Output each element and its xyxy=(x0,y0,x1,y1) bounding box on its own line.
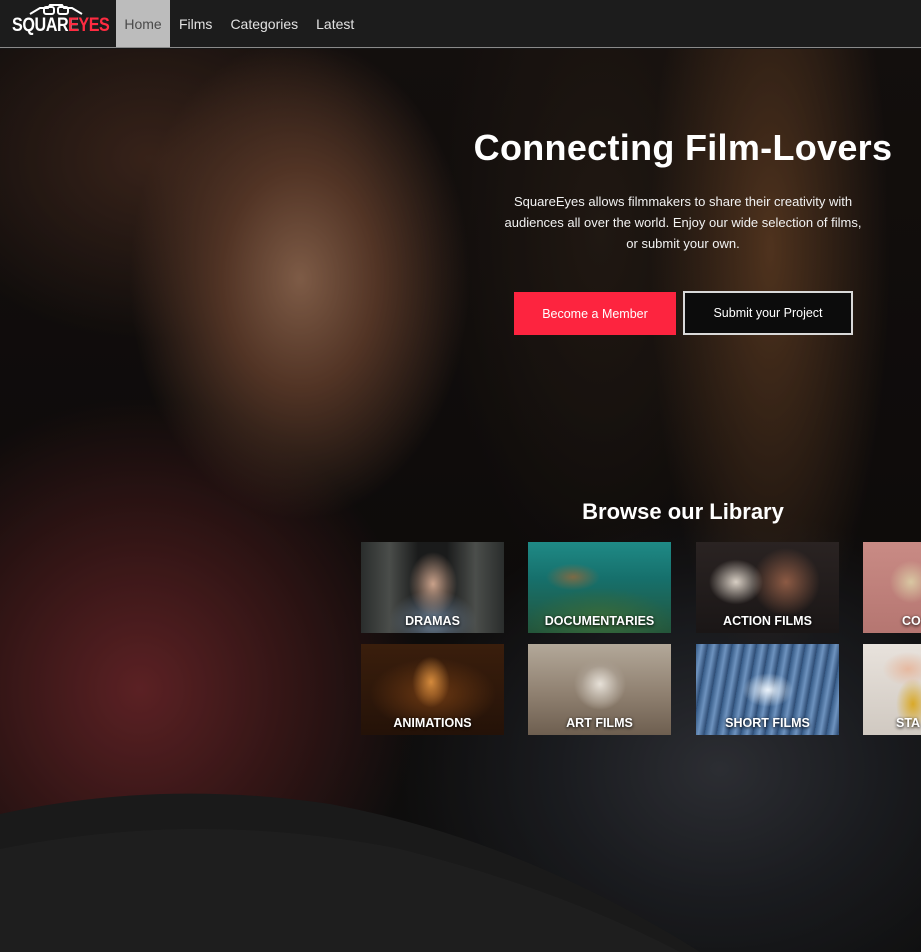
category-tile-short-films[interactable]: SHORT FILMS xyxy=(696,644,839,735)
category-tile-animations[interactable]: ANIMATIONS xyxy=(361,644,504,735)
nav-films[interactable]: Films xyxy=(170,0,221,47)
category-label: SHORT FILMS xyxy=(725,716,810,730)
category-tile-comedy[interactable]: CO xyxy=(863,542,921,633)
category-label: ACTION FILMS xyxy=(723,614,812,628)
category-label: DOCUMENTARIES xyxy=(544,614,655,628)
hero-description: SquareEyes allows filmmakers to share th… xyxy=(504,194,862,251)
hero-section: Connecting Film-Lovers SquareEyes allows… xyxy=(0,49,921,952)
nav-latest[interactable]: Latest xyxy=(307,0,363,47)
category-label: DRAMAS xyxy=(405,614,460,628)
nav-home[interactable]: Home xyxy=(116,0,170,47)
category-label: ART FILMS xyxy=(566,716,633,730)
logo-word-eyes: EYES xyxy=(68,15,110,36)
category-tile-action-films[interactable]: ACTION FILMS xyxy=(696,542,839,633)
hero-title: Connecting Film-Lovers xyxy=(473,127,893,168)
site-logo[interactable]: SQUARE EYES xyxy=(0,0,116,48)
become-member-label: Become a Member xyxy=(542,306,648,321)
category-label: CO xyxy=(902,614,921,628)
nav-categories[interactable]: Categories xyxy=(221,0,307,47)
category-tile-standup[interactable]: STA xyxy=(863,644,921,735)
category-label: STA xyxy=(896,716,921,730)
library-title: Browse our Library xyxy=(582,499,784,524)
category-tile-art-films[interactable]: ART FILMS xyxy=(528,644,671,735)
submit-project-button[interactable]: Submit your Project xyxy=(683,291,853,335)
category-label: ANIMATIONS xyxy=(393,716,472,730)
submit-project-label: Submit your Project xyxy=(713,306,823,320)
category-tile-documentaries[interactable]: DOCUMENTARIES xyxy=(528,542,671,633)
category-tile-dramas[interactable]: DRAMAS xyxy=(361,542,504,633)
become-member-button[interactable]: Become a Member xyxy=(514,292,676,335)
top-navbar: SQUARE EYES Home Films Categories Latest xyxy=(0,0,921,48)
